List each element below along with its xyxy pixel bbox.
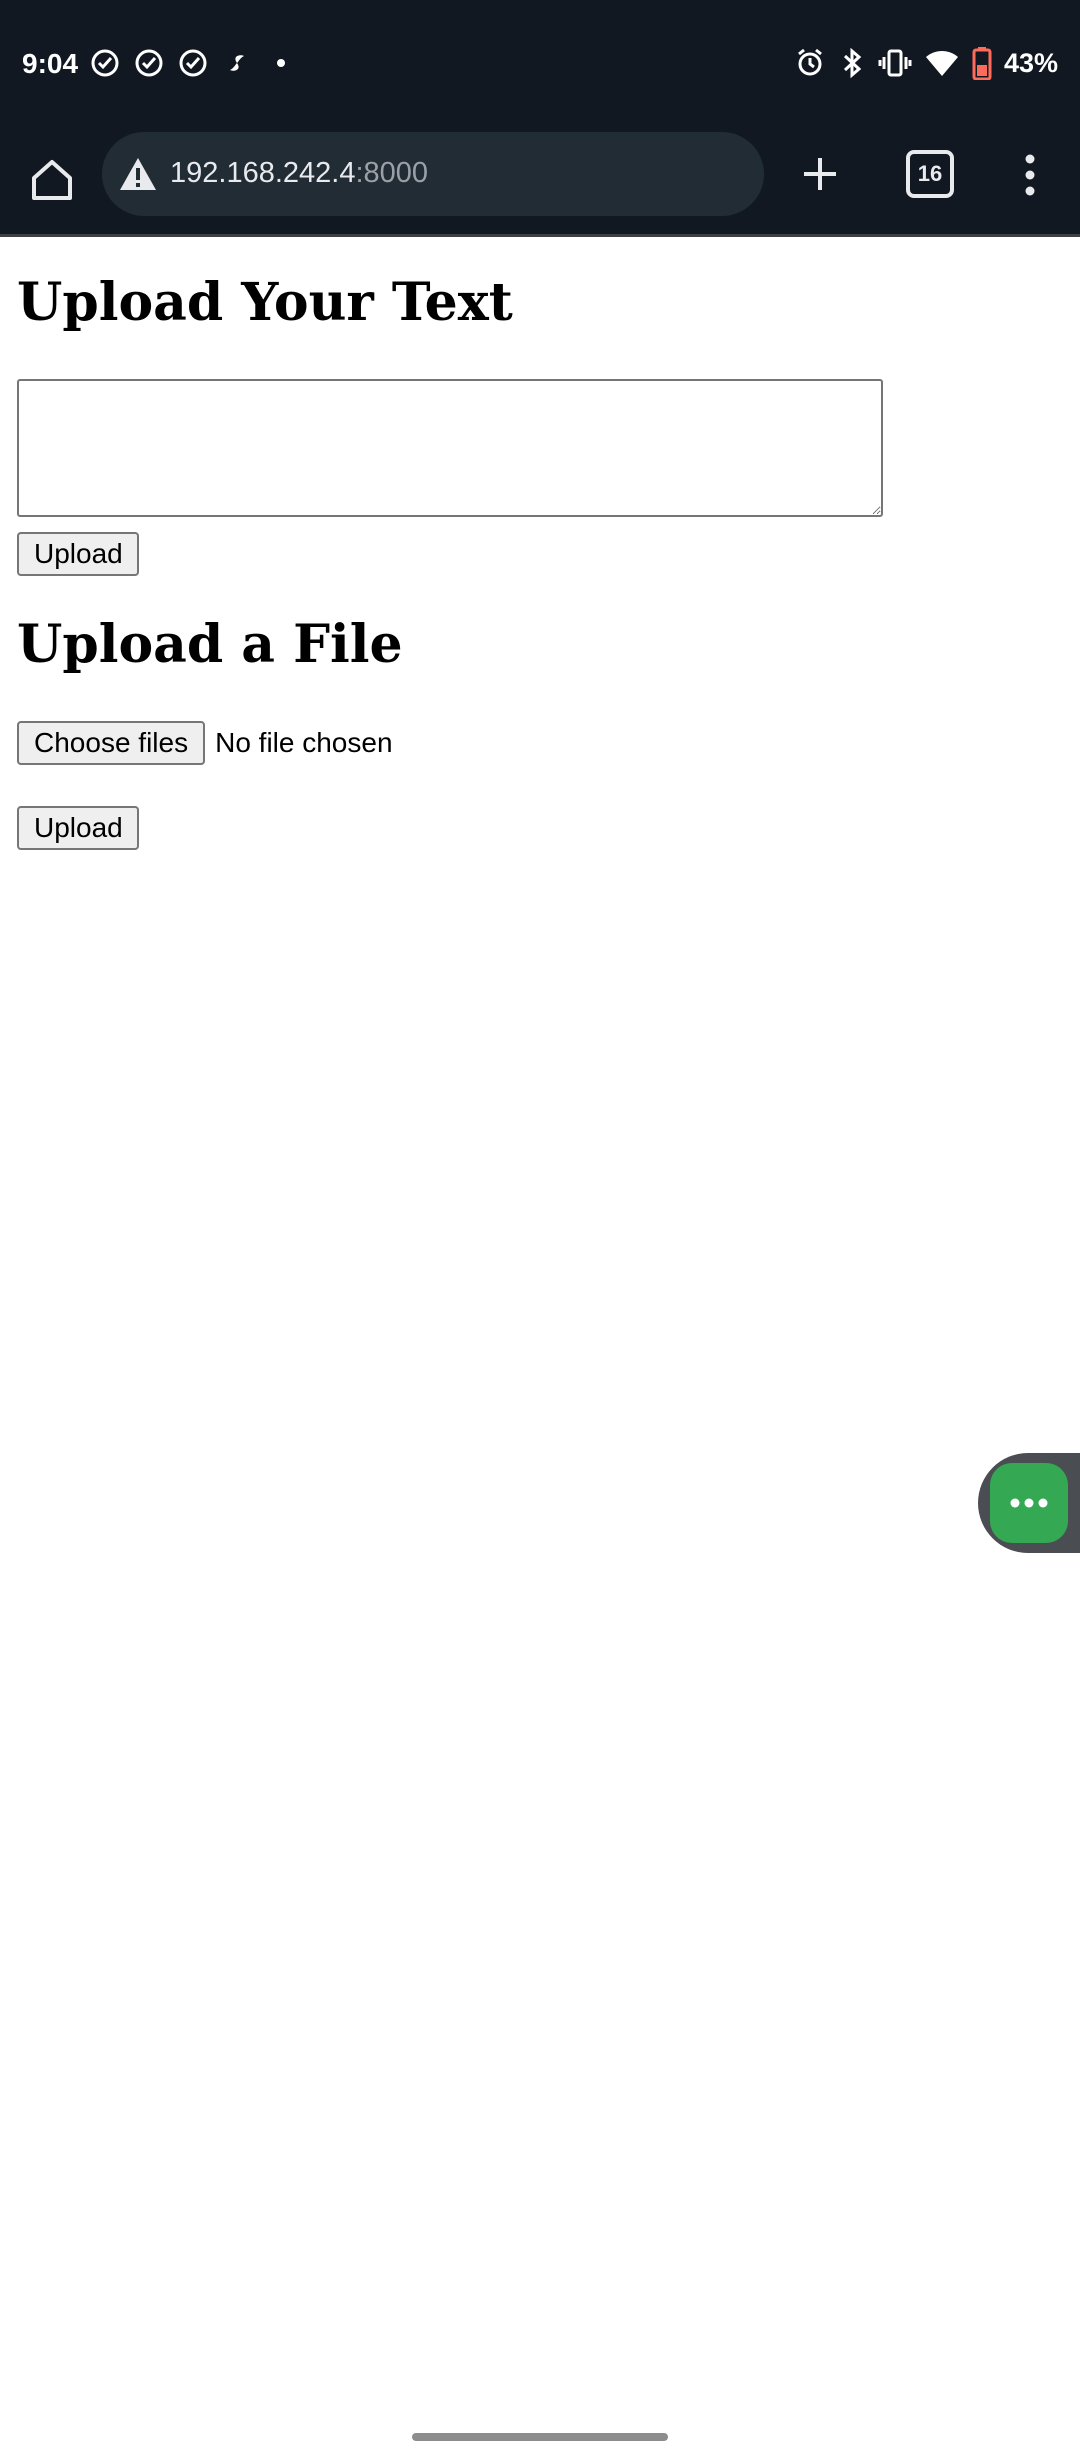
file-status: No file chosen	[215, 727, 393, 758]
notification-icons	[90, 48, 296, 78]
browser-toolbar: 192.168.242.4:8000 16	[0, 132, 1080, 236]
more-options-icon[interactable]	[1010, 150, 1050, 200]
dot-icon	[277, 59, 285, 67]
file-section-title: Upload a File	[17, 614, 403, 675]
home-indicator[interactable]	[412, 2433, 668, 2441]
choose-files-button[interactable]: Choose files	[17, 721, 206, 765]
home-icon[interactable]	[24, 152, 80, 208]
check-circle-icon	[135, 49, 163, 77]
new-tab-icon[interactable]	[796, 150, 844, 198]
chat-bubble-button[interactable]	[990, 1463, 1068, 1543]
bluetooth-icon	[843, 47, 862, 79]
vibrate-icon	[878, 49, 912, 77]
battery-icon	[972, 47, 992, 80]
status-time: 9:04	[22, 48, 79, 79]
battery-percent: 43%	[1003, 47, 1058, 78]
url-port: :8000	[355, 157, 429, 189]
more-horizontal-icon	[1010, 1498, 1048, 1508]
status-bar: 9:04 43%	[0, 0, 1080, 132]
check-circle-icon	[179, 49, 207, 77]
fan-icon	[230, 55, 244, 71]
toolbar-divider	[0, 234, 1080, 237]
tab-switcher-button[interactable]: 16	[906, 150, 956, 200]
warning-icon[interactable]	[118, 154, 158, 194]
alarm-icon	[798, 48, 822, 76]
file-input[interactable]: Choose files No file chosen	[17, 721, 393, 765]
check-circle-icon	[91, 49, 119, 77]
text-input[interactable]	[17, 379, 883, 517]
text-section-title: Upload Your Text	[17, 272, 513, 333]
address-bar[interactable]: 192.168.242.4:8000	[102, 132, 764, 216]
upload-text-button[interactable]: Upload	[17, 532, 139, 576]
upload-file-button[interactable]: Upload	[17, 806, 139, 850]
wifi-icon	[925, 51, 958, 76]
url-text[interactable]: 192.168.242.4:8000	[170, 157, 428, 190]
system-icons: 43%	[794, 46, 1058, 80]
tab-count: 16	[906, 150, 954, 198]
floating-bubble-dock[interactable]	[978, 1453, 1080, 1553]
url-host: 192.168.242.4	[170, 157, 356, 189]
